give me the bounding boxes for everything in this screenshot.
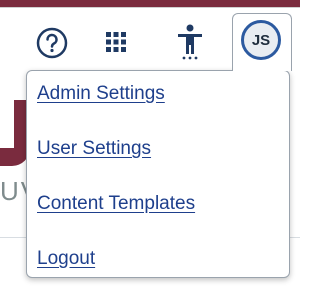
menu-item-content-templates[interactable]: Content Templates — [37, 193, 195, 215]
help-icon[interactable] — [36, 27, 68, 59]
user-dropdown-menu: Admin Settings User Settings Content Tem… — [26, 70, 290, 278]
stripe-shadow — [0, 7, 300, 8]
avatar[interactable]: JS — [241, 20, 281, 60]
accessibility-icon[interactable] — [176, 24, 204, 60]
menu-item-user-settings[interactable]: User Settings — [37, 138, 151, 160]
apps-grid-icon[interactable] — [104, 30, 128, 54]
user-menu-toggle[interactable]: JS — [232, 13, 292, 71]
brand-stripe — [0, 0, 300, 7]
background-logo-cutout — [0, 100, 14, 148]
menu-item-logout[interactable]: Logout — [37, 248, 95, 270]
menu-item-admin-settings[interactable]: Admin Settings — [37, 83, 165, 105]
